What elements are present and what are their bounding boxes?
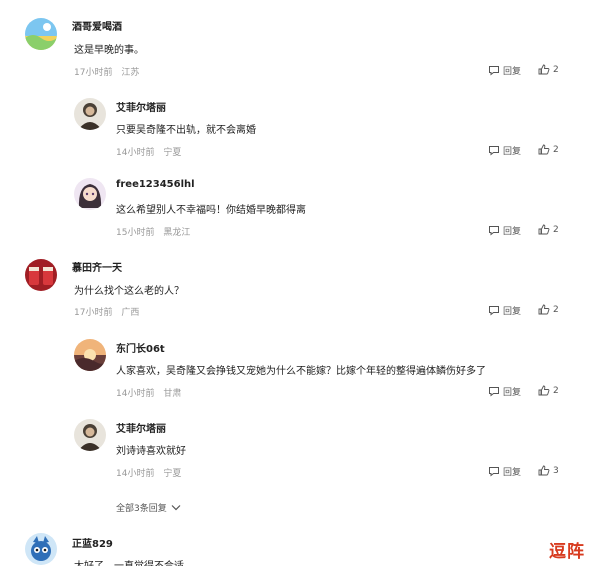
avatar[interactable] (25, 259, 57, 291)
username[interactable]: 酒哥爱喝酒 (72, 18, 122, 33)
avatar-sunset-icon (74, 339, 106, 371)
speech-bubble-icon (489, 226, 499, 236)
like-button[interactable]: 3 (538, 465, 559, 476)
avatar[interactable] (74, 419, 106, 451)
avatar-cartoon-icon (25, 533, 57, 565)
expand-replies-label: 全部3条回复 (116, 504, 167, 514)
avatar[interactable] (74, 98, 106, 130)
speech-bubble-icon (489, 387, 499, 397)
avatar-red-cups-icon (25, 259, 57, 291)
like-button[interactable]: 2 (538, 224, 559, 235)
watermark-text: 逗阵 (549, 541, 585, 562)
reply-label: 回复 (503, 67, 522, 77)
like-count: 2 (553, 64, 559, 75)
comment-location: 黑龙江 (163, 228, 191, 238)
speech-bubble-icon (489, 66, 499, 76)
avatar[interactable] (74, 178, 106, 210)
like-count: 2 (553, 385, 559, 396)
avatar[interactable] (74, 339, 106, 371)
reply-button[interactable]: 回复 (488, 385, 521, 398)
avatar[interactable] (25, 18, 57, 50)
speech-bubble-icon (489, 146, 499, 156)
avatar-portrait-icon (74, 98, 106, 130)
reply-button[interactable]: 回复 (488, 144, 521, 157)
username[interactable]: 正蓝829 (72, 535, 113, 550)
comment-text: 这是早晚的事。 (74, 45, 144, 56)
comment-text: 太好了，一直觉得不合适 (74, 557, 184, 566)
comment-location: 甘肃 (163, 389, 182, 399)
comment-text: 这么希望别人不幸福吗！你结婚早晚都得离 (116, 205, 306, 216)
comment-text: 只要吴奇隆不出轨，就不会离婚 (116, 125, 256, 136)
comment-time: 14小时前 (116, 469, 155, 479)
comment-location: 宁夏 (163, 469, 182, 479)
thumbs-up-icon (538, 64, 550, 75)
username[interactable]: 艾菲尔塔丽 (116, 420, 166, 435)
comment-meta: 15小时前 黑龙江 (116, 225, 196, 238)
reply-label: 回复 (503, 388, 522, 398)
thumbs-up-icon (538, 465, 550, 476)
comment-meta: 14小时前 宁夏 (116, 466, 187, 479)
reply-button[interactable]: 回复 (488, 465, 521, 478)
like-count: 2 (553, 304, 559, 315)
like-button[interactable]: 2 (538, 385, 559, 396)
chevron-down-icon (171, 505, 181, 511)
username[interactable]: 慕田齐一天 (72, 259, 122, 274)
comment-text: 为什么找个这么老的人？ (74, 286, 184, 297)
comment-text: 刘诗诗喜欢就好 (116, 446, 186, 457)
avatar-portrait-icon (74, 419, 106, 451)
comment-location: 宁夏 (163, 148, 182, 158)
speech-bubble-icon (489, 306, 499, 316)
like-button[interactable]: 2 (538, 144, 559, 155)
like-count: 2 (553, 224, 559, 235)
like-button[interactable]: 2 (538, 64, 559, 75)
comment-meta: 14小时前 甘肃 (116, 386, 187, 399)
speech-bubble-icon (489, 467, 499, 477)
username[interactable]: 艾菲尔塔丽 (116, 99, 166, 114)
watermark-logo: 逗阵 (544, 536, 590, 562)
like-button[interactable]: 2 (538, 304, 559, 315)
comment-meta: 17小时前 江苏 (74, 65, 145, 78)
comment-time: 14小时前 (116, 389, 155, 399)
comment-meta: 14小时前 宁夏 (116, 145, 187, 158)
comment-location: 江苏 (121, 68, 140, 78)
comment-time: 14小时前 (116, 148, 155, 158)
avatar-anime-girl-icon (74, 178, 106, 210)
comment-time: 15小时前 (116, 228, 155, 238)
avatar-sky-icon (25, 18, 57, 50)
reply-label: 回复 (503, 307, 522, 317)
like-count: 2 (553, 144, 559, 155)
username[interactable]: 东门长06t (116, 340, 165, 355)
reply-label: 回复 (503, 147, 522, 157)
reply-label: 回复 (503, 468, 522, 478)
thumbs-up-icon (538, 304, 550, 315)
comment-meta: 17小时前 广西 (74, 305, 145, 318)
reply-button[interactable]: 回复 (488, 64, 521, 77)
username[interactable]: free123456lhl (116, 179, 195, 190)
comment-time: 17小时前 (74, 308, 113, 318)
expand-replies-button[interactable]: 全部3条回复 (116, 501, 181, 514)
reply-button[interactable]: 回复 (488, 304, 521, 317)
like-count: 3 (553, 465, 559, 476)
comment-time: 17小时前 (74, 68, 113, 78)
thumbs-up-icon (538, 385, 550, 396)
thumbs-up-icon (538, 144, 550, 155)
comment-section: 酒哥爱喝酒 这是早晚的事。 17小时前 江苏 回复 2 艾菲尔塔丽 只要吴奇隆不… (0, 0, 594, 566)
comment-text: 人家喜欢，吴奇隆又会挣钱又宠她为什么不能嫁？比嫁个年轻的整得遍体鳞伤好多了 (116, 366, 486, 377)
comment-location: 广西 (121, 308, 140, 318)
thumbs-up-icon (538, 224, 550, 235)
reply-button[interactable]: 回复 (488, 224, 521, 237)
avatar[interactable] (25, 533, 57, 565)
reply-label: 回复 (503, 227, 522, 237)
